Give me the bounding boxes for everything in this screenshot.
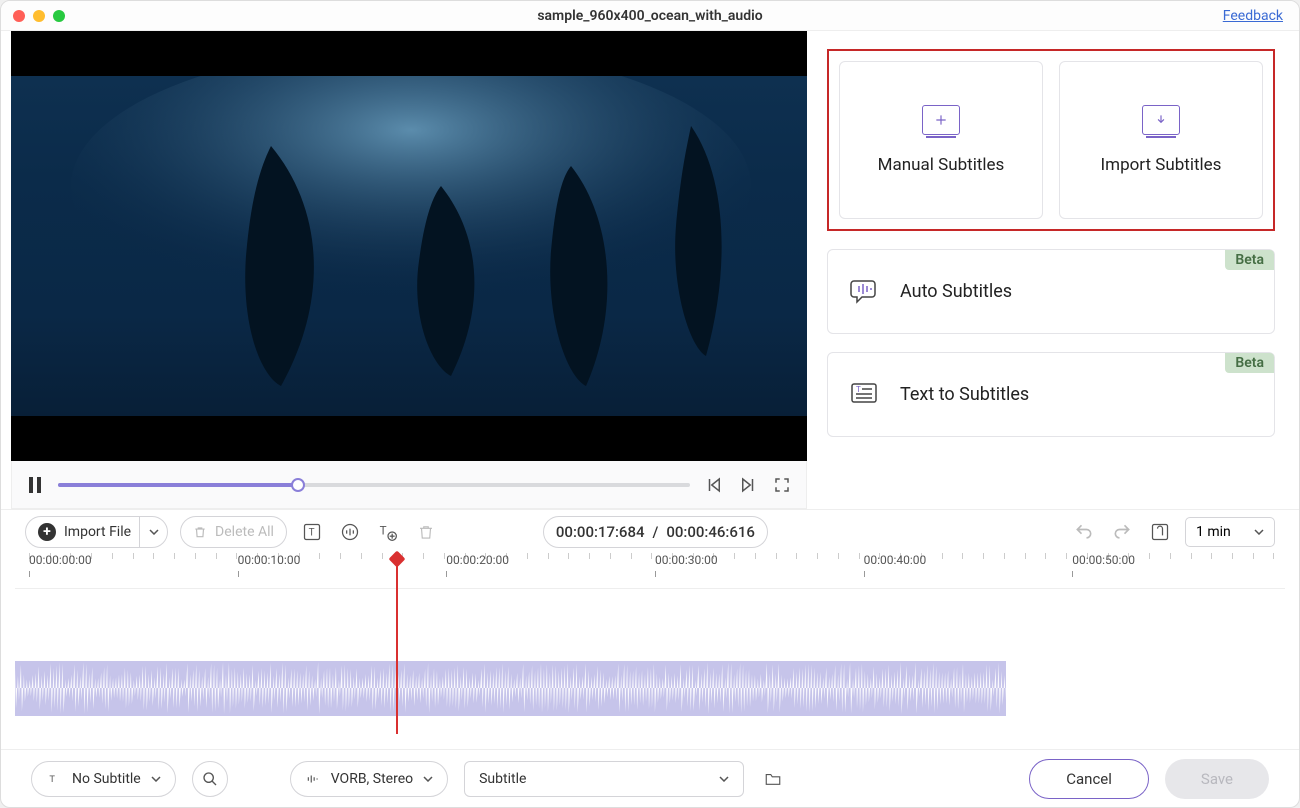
video-frame xyxy=(11,76,807,416)
auto-subtitles-card[interactable]: Beta Auto Subtitles xyxy=(827,249,1275,334)
minimize-window-button[interactable] xyxy=(33,10,45,22)
prev-frame-button[interactable] xyxy=(704,475,724,495)
seek-fill xyxy=(58,483,298,487)
major-ticks: 00:00:00:00 00:00:10:00 00:00:20:00 00:00:3… xyxy=(29,553,1271,588)
subtitle-panel: Manual Subtitles Import Subtitles Beta A… xyxy=(807,31,1299,509)
import-file-button[interactable]: + Import File xyxy=(25,516,168,548)
subtitle-track-select[interactable]: T No Subtitle xyxy=(31,761,176,797)
timeline-ruler[interactable]: 00:00:00:00 00:00:10:00 00:00:20:00 00:00:3… xyxy=(15,553,1285,589)
timeline-tick: 00:00:00:00 xyxy=(29,553,92,567)
timeline[interactable]: 00:00:00:00 00:00:10:00 00:00:20:00 00:00:3… xyxy=(1,553,1299,749)
window-controls xyxy=(13,10,65,22)
cancel-button[interactable]: Cancel xyxy=(1029,759,1149,799)
auto-subtitles-label: Auto Subtitles xyxy=(900,281,1012,302)
feedback-link[interactable]: Feedback xyxy=(1223,8,1283,24)
import-subtitles-card[interactable]: Import Subtitles xyxy=(1059,61,1263,219)
bottom-bar: T No Subtitle VORB, Stereo Subtitle Canc… xyxy=(1,749,1299,807)
next-frame-button[interactable] xyxy=(738,475,758,495)
current-time: 00:00:17:684 xyxy=(556,523,645,541)
subtitle-track-label: No Subtitle xyxy=(72,771,141,787)
timeline-tick: 00:00:50:00 xyxy=(1072,553,1135,567)
auto-subtitles-icon xyxy=(850,279,880,305)
search-button[interactable] xyxy=(192,761,228,797)
seek-handle[interactable] xyxy=(291,478,305,492)
svg-text:T: T xyxy=(49,773,55,784)
timeline-tick: 00:00:10:00 xyxy=(238,553,301,567)
window-title: sample_960x400_ocean_with_audio xyxy=(537,8,762,24)
timeline-tick: 00:00:30:00 xyxy=(655,553,718,567)
snap-button[interactable] xyxy=(1147,519,1173,545)
timecode-display: 00:00:17:684/00:00:46:616 xyxy=(543,516,768,548)
chevron-down-icon xyxy=(1254,529,1264,535)
import-file-dropdown[interactable] xyxy=(139,517,167,547)
search-icon xyxy=(202,771,218,787)
chevron-down-icon xyxy=(719,776,729,782)
svg-text:T: T xyxy=(380,523,387,537)
chevron-down-icon xyxy=(151,776,161,782)
svg-text:T: T xyxy=(309,527,315,538)
maximize-window-button[interactable] xyxy=(53,10,65,22)
subtitle-type-label: Subtitle xyxy=(479,771,526,787)
save-button[interactable]: Save xyxy=(1165,759,1269,799)
fullscreen-button[interactable] xyxy=(772,475,792,495)
audio-track-label: VORB, Stereo xyxy=(331,771,413,787)
redo-button[interactable] xyxy=(1109,519,1135,545)
video-preview[interactable] xyxy=(11,31,807,461)
app-window: sample_960x400_ocean_with_audio Feedback xyxy=(0,0,1300,808)
timeline-toolbar: + Import File Delete All T T 00:00:17:68… xyxy=(1,509,1299,553)
player-column xyxy=(1,31,807,509)
text-to-subtitles-label: Text to Subtitles xyxy=(900,384,1029,405)
import-file-label: Import File xyxy=(64,524,131,540)
trash-icon xyxy=(193,525,207,539)
audio-waveform[interactable] xyxy=(15,661,1006,716)
audio-icon xyxy=(305,772,321,786)
delete-all-label: Delete All xyxy=(215,524,274,540)
subtitle-type-select[interactable]: Subtitle xyxy=(464,761,744,797)
text-icon: T xyxy=(46,772,62,786)
content-row: Manual Subtitles Import Subtitles Beta A… xyxy=(1,31,1299,509)
timeline-tick: 00:00:20:00 xyxy=(446,553,509,567)
svg-text:T: T xyxy=(856,385,861,394)
undo-button[interactable] xyxy=(1071,519,1097,545)
manual-subtitles-card[interactable]: Manual Subtitles xyxy=(839,61,1043,219)
import-subtitles-icon xyxy=(1142,105,1180,135)
text-to-subtitles-icon: T xyxy=(850,382,880,408)
total-time: 00:00:46:616 xyxy=(666,523,755,541)
timeline-tick: 00:00:40:00 xyxy=(864,553,927,567)
beta-badge: Beta xyxy=(1225,353,1274,373)
manual-subtitles-icon xyxy=(922,105,960,135)
titlebar: sample_960x400_ocean_with_audio Feedback xyxy=(1,1,1299,31)
add-text-tool-button[interactable]: T xyxy=(375,519,401,545)
delete-all-button[interactable]: Delete All xyxy=(180,516,287,548)
zoom-select[interactable]: 1 min xyxy=(1185,517,1275,547)
seek-bar[interactable] xyxy=(58,483,690,487)
playhead[interactable] xyxy=(396,553,398,734)
close-window-button[interactable] xyxy=(13,10,25,22)
plus-icon: + xyxy=(38,523,56,541)
folder-button[interactable] xyxy=(760,766,786,792)
import-subtitles-label: Import Subtitles xyxy=(1101,155,1222,175)
zoom-label: 1 min xyxy=(1196,524,1231,540)
player-controls xyxy=(11,461,807,509)
manual-subtitles-label: Manual Subtitles xyxy=(878,155,1005,175)
subtitle-mode-highlight: Manual Subtitles Import Subtitles xyxy=(827,49,1275,231)
folder-icon xyxy=(763,770,783,788)
beta-badge: Beta xyxy=(1225,250,1274,270)
marker-tool-button[interactable] xyxy=(337,519,363,545)
text-to-subtitles-card[interactable]: Beta T Text to Subtitles xyxy=(827,352,1275,437)
chevron-down-icon xyxy=(423,776,433,782)
text-tool-button[interactable]: T xyxy=(299,519,325,545)
audio-track-select[interactable]: VORB, Stereo xyxy=(290,761,448,797)
track-area[interactable] xyxy=(15,589,1285,724)
pause-button[interactable] xyxy=(26,476,44,494)
delete-clip-button[interactable] xyxy=(413,519,439,545)
